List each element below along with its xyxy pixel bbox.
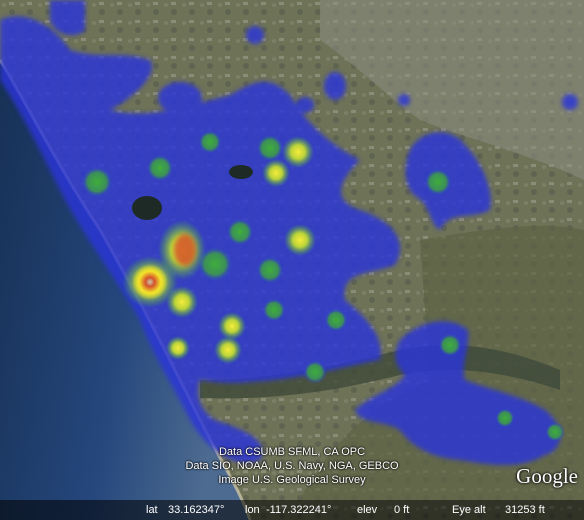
attribution-line-3: Image U.S. Geological Survey [218,474,366,486]
lon-label: lon [245,504,260,516]
status-bar: lat 33.162347° lon -117.322241° elev 0 f… [0,500,584,520]
lat-value: 33.162347° [168,504,225,516]
elev-label: elev [357,504,378,516]
lagoon [132,196,162,220]
satellite-heatmap[interactable] [0,0,584,520]
google-logo[interactable]: Google [516,464,578,489]
attribution-line-2: Data SIO, NOAA, U.S. Navy, NGA, GEBCO [185,460,399,472]
lagoon [229,165,253,179]
attribution-line-1: Data CSUMB SFML, CA OPC [218,446,366,458]
lon-value: -117.322241° [266,504,332,516]
eye-alt-value: 31253 ft [505,504,545,516]
lat-label: lat [146,504,158,516]
elev-value: 0 ft [394,504,410,516]
eye-alt-label: Eye alt [452,504,486,516]
